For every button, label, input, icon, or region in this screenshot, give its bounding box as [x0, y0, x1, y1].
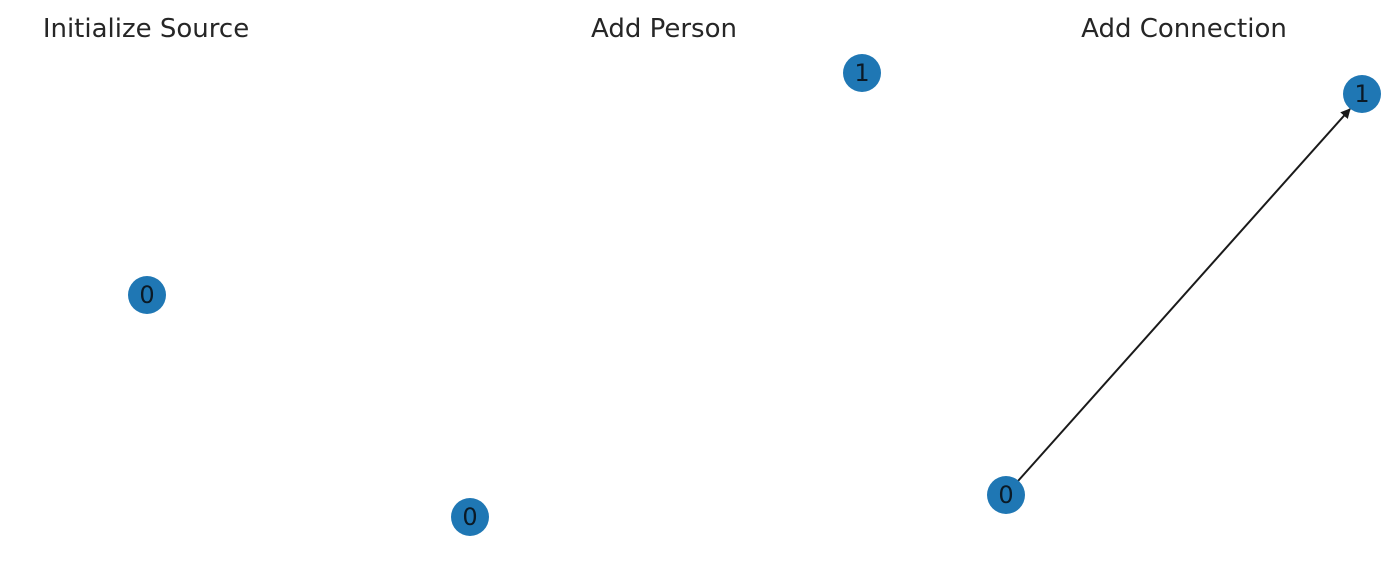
node-1: 1	[843, 54, 881, 92]
node-label: 0	[462, 503, 477, 531]
panel-initialize-source: Initialize Source 0	[43, 14, 249, 314]
node-label: 0	[139, 281, 154, 309]
panel-add-connection: Add Connection 0 1	[987, 14, 1381, 514]
panel-add-person: Add Person 0 1	[451, 14, 881, 536]
node-0: 0	[128, 276, 166, 314]
node-label: 0	[998, 481, 1013, 509]
panel-title: Add Connection	[1081, 14, 1287, 44]
graph-diagram: Initialize Source 0 Add Person 0 1 Add C…	[43, 14, 1381, 536]
node-0: 0	[451, 498, 489, 536]
edge-0-to-1	[1017, 108, 1351, 482]
panel-title: Add Person	[591, 14, 737, 44]
node-label: 1	[1354, 80, 1369, 108]
node-0: 0	[987, 476, 1025, 514]
node-label: 1	[854, 59, 869, 87]
panel-title: Initialize Source	[43, 14, 249, 44]
node-1: 1	[1343, 75, 1381, 113]
